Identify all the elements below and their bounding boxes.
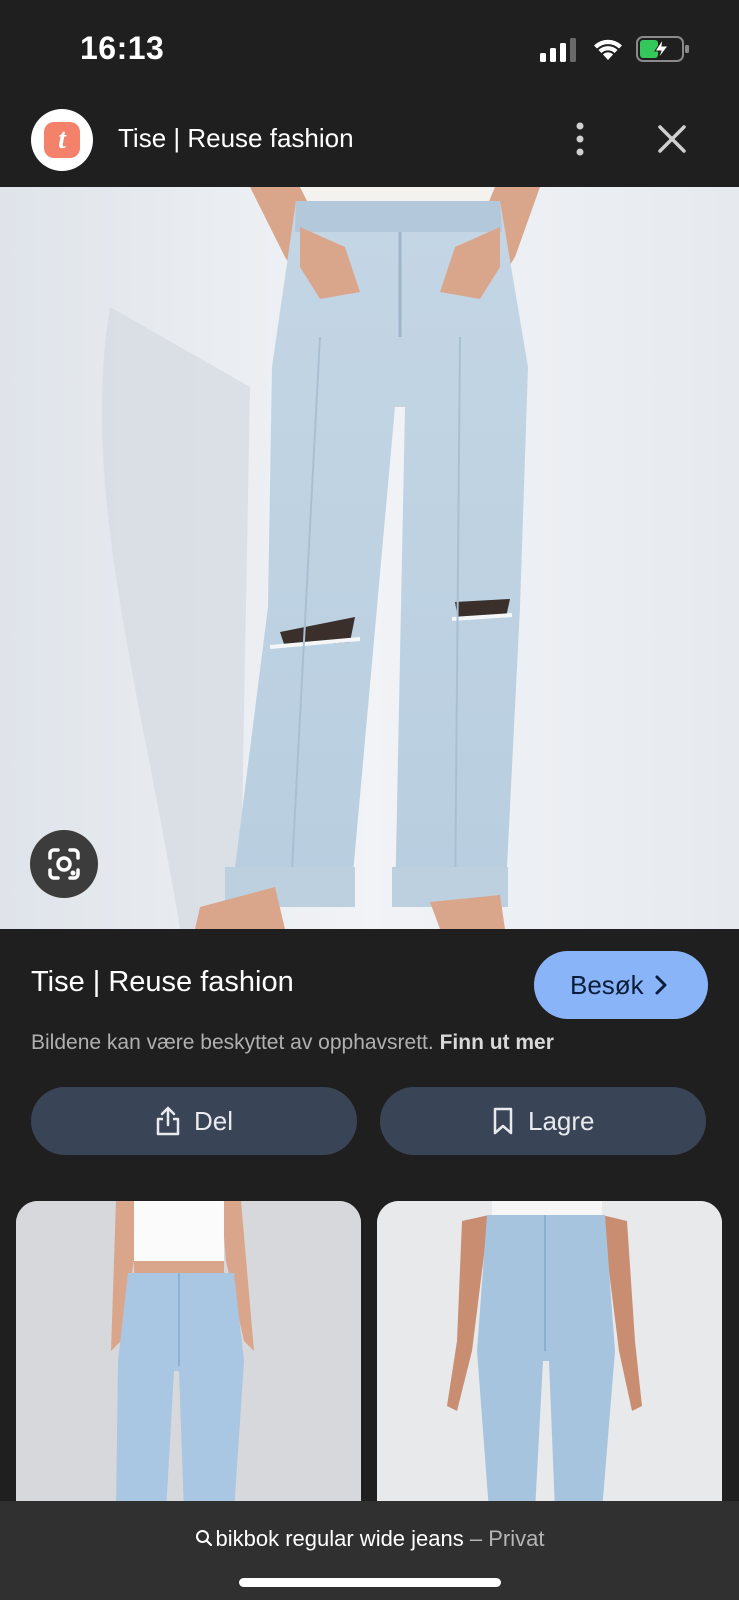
battery-charging-icon [636,36,689,62]
search-query: bikbok regular wide jeans [215,1526,464,1551]
save-label: Lagre [528,1106,595,1136]
main-product-image[interactable] [0,187,739,929]
search-icon [195,1530,212,1547]
viewer-header: t Tise | Reuse fashion [0,95,739,187]
copyright-text: Bildene kan være beskyttet av opphavsret… [31,1031,434,1054]
wifi-icon [594,39,622,60]
status-bar: 16:13 [0,0,739,95]
related-jeans-photo [377,1201,722,1511]
related-image-1[interactable] [16,1201,361,1511]
visit-label: Besøk [570,970,644,1000]
bookmark-icon [493,1107,513,1135]
site-title[interactable]: Tise | Reuse fashion [118,123,354,154]
cellular-signal-icon [540,38,576,62]
save-button[interactable]: Lagre [380,1087,706,1155]
clock: 16:13 [80,30,165,66]
learn-more-link[interactable]: Finn ut mer [440,1031,554,1054]
site-logo[interactable]: t [31,109,93,171]
share-label: Del [194,1106,234,1136]
share-icon [156,1106,180,1136]
more-options-icon[interactable] [566,119,594,159]
google-lens-button[interactable] [30,830,98,898]
visit-button[interactable]: Besøk [534,951,708,1019]
source-title[interactable]: Tise | Reuse fashion [31,966,294,999]
home-indicator[interactable] [239,1578,501,1587]
copyright-notice: Bildene kan være beskyttet av opphavsret… [31,1031,554,1055]
search-query-bar[interactable]: bikbok regular wide jeans – Privat [0,1501,739,1600]
search-query-text[interactable]: bikbok regular wide jeans – Privat [0,1526,739,1552]
related-image-2[interactable] [377,1201,722,1511]
google-lens-icon [48,848,80,880]
chevron-right-icon [655,975,667,995]
tise-logo-icon: t [44,122,80,158]
share-button[interactable]: Del [31,1087,357,1155]
jeans-photo [0,187,739,929]
related-jeans-photo [16,1201,361,1511]
private-mode-label: – Privat [469,1526,545,1551]
close-icon[interactable] [652,119,692,159]
